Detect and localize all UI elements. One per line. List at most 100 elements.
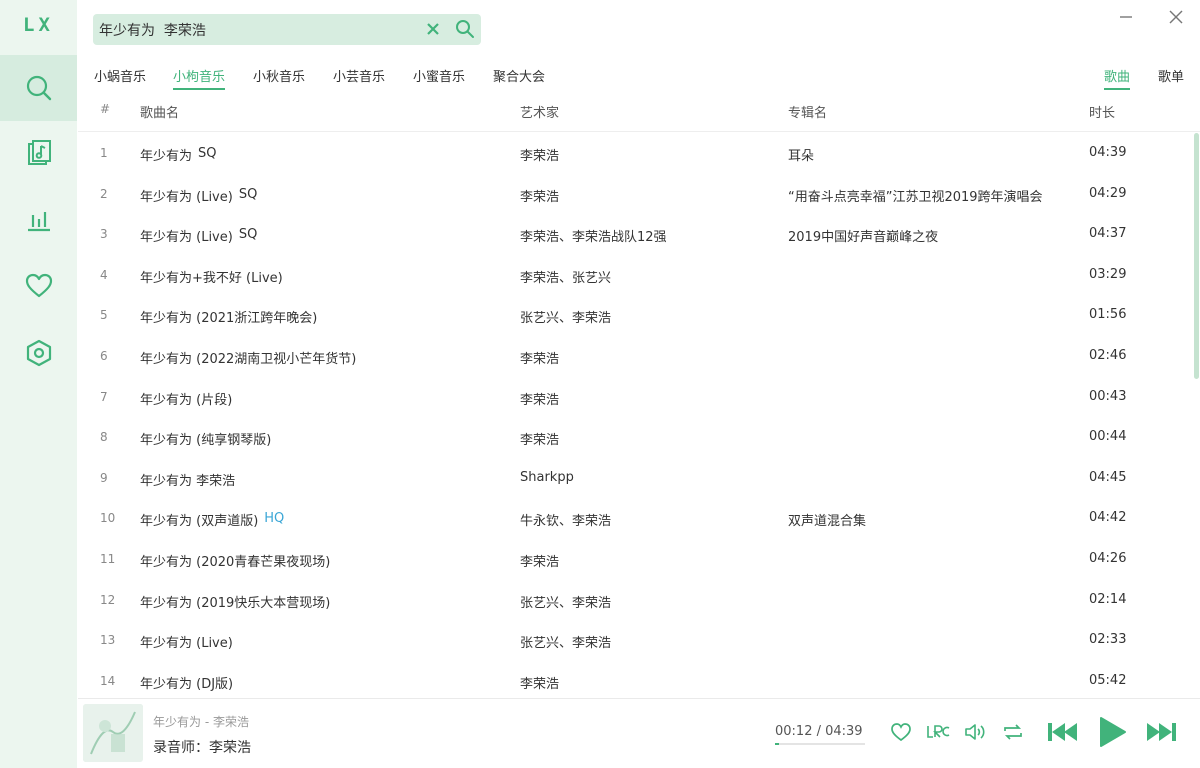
table-row[interactable]: 10 年少有为 (双声道版) HQ 牛永钦、李荣浩 双声道混合集 04:42 [78, 498, 1193, 538]
sidebar-item-song-list[interactable] [0, 121, 77, 187]
favorite-button[interactable] [889, 720, 913, 744]
table-row[interactable]: 12 年少有为 (2019快乐大本营现场) 张艺兴、李荣浩 02:14 [78, 580, 1193, 620]
table-row[interactable]: 2 年少有为 (Live) SQ 李荣浩 “用奋斗点亮幸福”江苏卫视2019跨年演唱会 0… [78, 174, 1193, 214]
clear-search-button[interactable] [422, 18, 444, 40]
previous-button[interactable] [1044, 716, 1082, 748]
player-bar [78, 698, 1200, 768]
progress-fill [775, 743, 779, 745]
quality-badge: SQ [238, 227, 258, 243]
now-playing-title: 年少有为 - 李荣浩 [153, 715, 249, 729]
song-duration: 00:43 [1089, 388, 1127, 404]
header-index: # [100, 102, 111, 116]
heart-icon [891, 723, 911, 742]
row-index: 4 [100, 267, 108, 282]
song-name: 年少有为 (2019快乐大本营现场) [140, 592, 330, 611]
next-button[interactable] [1142, 716, 1180, 748]
progress-bar[interactable] [775, 743, 865, 745]
lyrics-button[interactable] [925, 720, 951, 744]
table-row[interactable]: 9 年少有为 李荣浩 Sharkpp 04:45 [78, 458, 1193, 498]
tab-source-3[interactable]: 小秋音乐 [253, 66, 305, 90]
song-duration: 04:45 [1089, 469, 1127, 485]
song-name: 年少有为 (Live) SQ [140, 186, 257, 205]
scrollbar[interactable] [1194, 133, 1199, 379]
song-duration: 02:33 [1089, 632, 1127, 648]
bar-chart-icon [27, 212, 50, 232]
lyrics-icon [927, 725, 950, 738]
table-row[interactable]: 4 年少有为+我不好 (Live) 李荣浩、张艺兴 03:29 [78, 255, 1193, 295]
song-duration: 02:46 [1089, 348, 1127, 363]
quality-badge: HQ [264, 511, 285, 527]
row-index: 3 [100, 227, 108, 242]
app-logo: LX [23, 14, 54, 36]
tab-source-1[interactable]: 小蜗音乐 [94, 66, 146, 90]
volume-button[interactable] [962, 720, 988, 744]
song-duration: 04:26 [1089, 551, 1127, 566]
song-name: 年少有为 李荣浩 [140, 470, 235, 489]
song-name: 年少有为 (2022湖南卫视小芒年货节) [140, 348, 356, 367]
table-row[interactable]: 5 年少有为 (2021浙江跨年晚会) 张艺兴、李荣浩 01:56 [78, 295, 1193, 335]
tab-source-2[interactable]: 小枸音乐 [173, 66, 226, 90]
song-artist: 李荣浩、张艺兴 [520, 270, 612, 286]
header-duration: 时长 [1089, 106, 1116, 121]
table-row[interactable]: 1 年少有为 SQ 李荣浩 耳朵 04:39 [78, 133, 1193, 173]
table-row[interactable]: 13 年少有为 (Live) 张艺兴、李荣浩 02:33 [78, 620, 1193, 660]
song-album: “用奋斗点亮幸福”江苏卫视2019跨年演唱会 [788, 189, 1043, 205]
song-artist: 李荣浩 [520, 352, 560, 367]
minimize-button[interactable] [1114, 6, 1138, 28]
header-album: 专辑名 [788, 106, 828, 121]
song-title: 年少有为 (Live) [140, 636, 233, 652]
sidebar-item-search[interactable] [0, 55, 77, 121]
song-name: 年少有为 (DJ版) [140, 673, 233, 692]
table-row[interactable]: 6 年少有为 (2022湖南卫视小芒年货节) 李荣浩 02:46 [78, 336, 1193, 376]
table-row[interactable]: 7 年少有为 (片段) 李荣浩 00:43 [78, 377, 1193, 417]
tab-source-5[interactable]: 小蜜音乐 [413, 66, 465, 90]
song-title: 年少有为 (Live) [140, 189, 233, 205]
song-name: 年少有为 (Live) [140, 632, 233, 651]
song-album: 双声道混合集 [788, 514, 867, 530]
hexagon-settings-icon [26, 339, 51, 367]
sidebar-item-settings[interactable] [0, 320, 77, 386]
search-input[interactable] [99, 16, 419, 43]
tab-playlists[interactable]: 歌单 [1158, 66, 1184, 90]
song-title: 年少有为 [140, 149, 193, 164]
song-name: 年少有为 (纯享钢琴版) [140, 429, 271, 448]
play-button[interactable] [1095, 714, 1129, 750]
song-title: 年少有为 (2022湖南卫视小芒年货节) [140, 352, 357, 367]
song-duration: 00:44 [1089, 429, 1127, 445]
song-album: 耳朵 [788, 149, 815, 164]
song-title: 年少有为 李荣浩 [140, 473, 236, 489]
song-title: 年少有为 (DJ版) [140, 676, 234, 692]
tab-source-4[interactable]: 小芸音乐 [333, 66, 385, 90]
search-icon [26, 75, 51, 101]
song-album: 2019中国好声音巅峰之夜 [788, 230, 939, 246]
song-artist: 牛永钦、李荣浩 [520, 514, 612, 530]
header-name: 歌曲名 [140, 106, 180, 121]
playback-time: 00:12 / 04:39 [775, 724, 863, 739]
repeat-icon [1004, 724, 1022, 740]
volume-icon [965, 724, 985, 740]
table-row[interactable]: 11 年少有为 (2020青春芒果夜现场) 李荣浩 04:26 [78, 539, 1193, 579]
song-artist: 张艺兴、李荣浩 [520, 595, 612, 611]
table-row[interactable]: 3 年少有为 (Live) SQ 李荣浩、李荣浩战队12强 2019中国好声音巅峰之夜 0… [78, 214, 1193, 254]
header-divider [78, 131, 1200, 132]
table-row[interactable]: 8 年少有为 (纯享钢琴版) 李荣浩 00:44 [78, 417, 1193, 457]
song-name: 年少有为+我不好 (Live) [140, 267, 283, 286]
music-note-icon [27, 140, 51, 165]
row-index: 9 [100, 470, 108, 485]
sidebar-item-my-list[interactable] [0, 253, 77, 319]
album-cover[interactable] [83, 704, 143, 762]
song-artist: 李荣浩、李荣浩战队12强 [520, 230, 667, 246]
minimize-icon [1120, 16, 1132, 18]
song-title: 年少有为 (片段) [140, 392, 233, 408]
search-button[interactable] [453, 17, 477, 41]
song-artist: 李荣浩 [520, 149, 560, 164]
skip-previous-icon [1048, 723, 1077, 741]
table-row[interactable]: 14 年少有为 (DJ版) 李荣浩 05:42 [78, 661, 1193, 701]
close-window-button[interactable] [1164, 6, 1188, 28]
tab-songs[interactable]: 歌曲 [1104, 66, 1131, 90]
repeat-button[interactable] [1000, 720, 1026, 744]
tab-source-6[interactable]: 聚合大会 [493, 66, 545, 90]
quality-badge: SQ [238, 186, 258, 202]
sidebar-item-leaderboard[interactable] [0, 187, 77, 253]
song-title: 年少有为+我不好 (Live) [140, 270, 283, 286]
